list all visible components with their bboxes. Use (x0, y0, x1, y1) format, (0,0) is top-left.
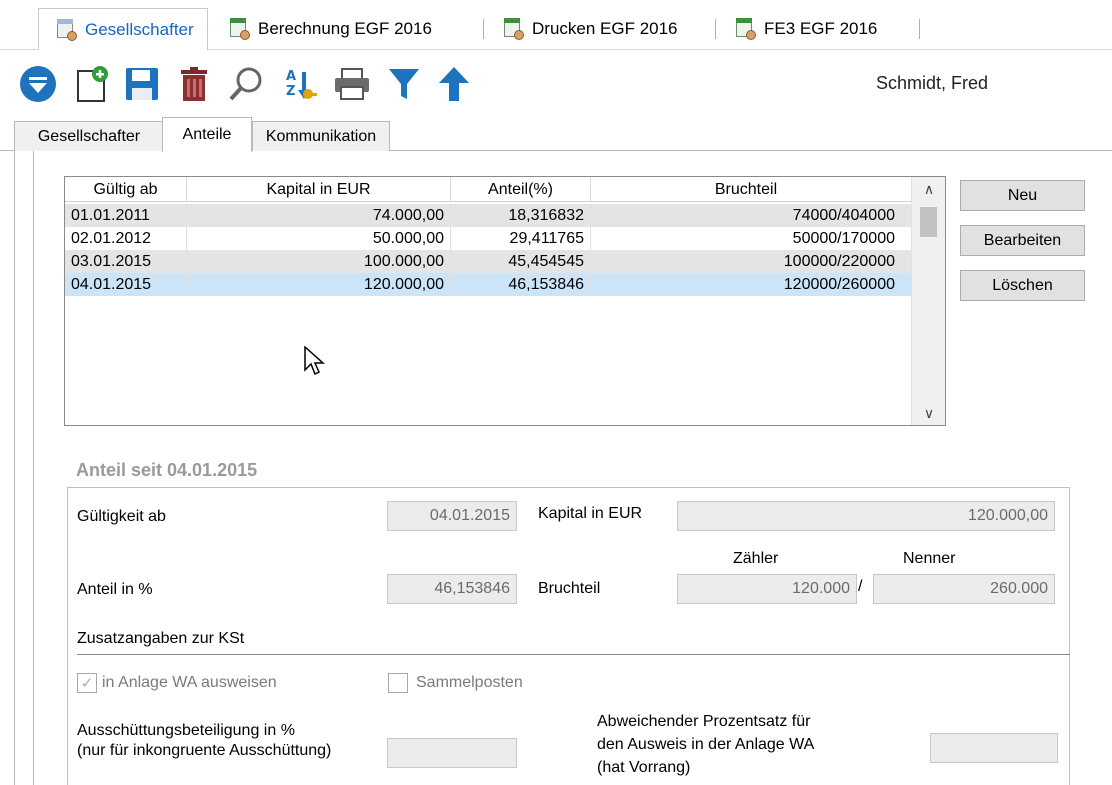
ausschuettung-field[interactable] (387, 738, 517, 768)
cell-kapital: 100.000,00 (187, 250, 451, 273)
column-header-anteil[interactable]: Anteil(%) (451, 177, 591, 202)
sort-az-icon[interactable]: AZ (280, 64, 320, 104)
divider (33, 151, 34, 785)
cell-anteil: 46,153846 (451, 273, 591, 296)
cell-anteil: 45,454545 (451, 250, 591, 273)
bruchteil-label: Bruchteil (538, 580, 601, 597)
abweichend-label-line2: den Ausweis in der Anlage WA (597, 736, 815, 753)
doc-tab-fe3[interactable]: FE3 EGF 2016 (718, 9, 920, 49)
delete-button[interactable]: Löschen (960, 270, 1085, 301)
anteile-table[interactable]: Gültig ab Kapital in EUR Anteil(%) Bruch… (64, 176, 946, 426)
nenner-label: Nenner (903, 550, 956, 567)
print-document-icon (502, 18, 524, 40)
tab-anteile[interactable]: Anteile (162, 117, 252, 152)
scroll-up-icon[interactable]: ∧ (912, 177, 945, 201)
cell-gueltig-ab: 03.01.2015 (65, 250, 187, 273)
zusatzangaben-label: Zusatzangaben zur KSt (77, 630, 245, 647)
abweichend-label-line1: Abweichender Prozentsatz für (597, 713, 811, 730)
sammelposten-checkbox[interactable] (388, 673, 408, 693)
table-row-selected[interactable]: 04.01.2015 120.000,00 46,153846 120000/2… (65, 273, 911, 296)
gesellschafter-icon (55, 18, 77, 41)
form-tab-bar: Gesellschafter Anteile Kommunikation (0, 117, 1112, 152)
doc-tab-label: Drucken EGF 2016 (532, 19, 678, 38)
cell-kapital: 50.000,00 (187, 227, 451, 250)
anteil-label: Anteil in % (77, 581, 153, 598)
tab-kommunikation[interactable]: Kommunikation (252, 121, 390, 151)
scroll-thumb[interactable] (920, 207, 937, 237)
column-header-gueltig-ab[interactable]: Gültig ab (65, 177, 187, 202)
tab-label: Kommunikation (265, 127, 377, 145)
delete-icon[interactable] (174, 64, 214, 104)
scroll-down-icon[interactable]: ∨ (912, 401, 945, 425)
cell-gueltig-ab: 01.01.2011 (65, 204, 187, 227)
dropdown-icon[interactable] (18, 64, 58, 104)
print-icon[interactable] (332, 64, 372, 104)
table-scrollbar[interactable]: ∧ ∨ (911, 177, 945, 425)
abweichend-field[interactable] (930, 733, 1058, 763)
gueltigkeit-field[interactable]: 04.01.2015 (387, 501, 517, 531)
doc-tab-berechnung[interactable]: Berechnung EGF 2016 (212, 9, 484, 49)
anteil-field[interactable]: 46,153846 (387, 574, 517, 604)
column-header-kapital[interactable]: Kapital in EUR (187, 177, 451, 202)
cell-kapital: 120.000,00 (187, 273, 451, 296)
edit-button[interactable]: Bearbeiten (960, 225, 1085, 256)
cell-bruchteil: 100000/220000 (783, 252, 895, 270)
document-tab-bar: Gesellschafter Berechnung EGF 2016 Druck… (0, 0, 1112, 50)
sammelposten-label: Sammelposten (416, 674, 523, 691)
table-row[interactable]: 02.01.2012 50.000,00 29,411765 50000/170… (65, 227, 911, 250)
mouse-cursor-icon (304, 345, 326, 381)
svg-text:A: A (286, 69, 296, 84)
doc-tab-gesellschafter[interactable]: Gesellschafter (38, 8, 208, 50)
fraction-slash: / (858, 578, 863, 595)
kapital-field[interactable]: 120.000,00 (677, 501, 1055, 531)
cell-bruchteil: 50000/170000 (792, 229, 895, 247)
separator-line (77, 654, 1070, 655)
doc-tab-label: FE3 EGF 2016 (764, 19, 878, 38)
abweichend-label-line3: (hat Vorrang) (597, 759, 691, 776)
kapital-label: Kapital in EUR (538, 505, 643, 522)
cell-gueltig-ab: 02.01.2012 (65, 227, 187, 250)
tab-gesellschafter[interactable]: Gesellschafter (14, 121, 164, 151)
zaehler-label: Zähler (733, 550, 779, 567)
search-icon[interactable] (226, 64, 266, 104)
up-arrow-icon[interactable] (434, 64, 474, 104)
table-row[interactable]: 03.01.2015 100.000,00 45,454545 100000/2… (65, 250, 911, 273)
svg-text:Z: Z (286, 84, 295, 99)
ausschuettung-label-line1: Ausschüttungsbeteiligung in % (77, 722, 295, 739)
current-user-name: Schmidt, Fred (875, 73, 988, 93)
new-icon[interactable] (72, 64, 112, 104)
anlage-wa-checkbox[interactable]: ✓ (77, 673, 97, 693)
calculation-document-icon (228, 18, 250, 40)
zaehler-field[interactable]: 120.000 (677, 574, 857, 604)
column-header-bruchteil[interactable]: Bruchteil (591, 177, 901, 202)
cell-bruchteil: 74000/404000 (792, 206, 895, 224)
gueltigkeit-label: Gültigkeit ab (77, 508, 166, 525)
filter-icon[interactable] (384, 64, 424, 104)
doc-tab-label: Berechnung EGF 2016 (258, 19, 432, 38)
cell-kapital: 74.000,00 (187, 204, 451, 227)
table-header: Gültig ab Kapital in EUR Anteil(%) Bruch… (65, 177, 911, 202)
new-button[interactable]: Neu (960, 180, 1085, 211)
group-title: Anteil seit 04.01.2015 (72, 460, 262, 481)
cell-bruchteil: 120000/260000 (783, 275, 895, 293)
nenner-field[interactable]: 260.000 (873, 574, 1055, 604)
save-icon[interactable] (122, 64, 162, 104)
anlage-wa-label: in Anlage WA ausweisen (102, 674, 277, 691)
table-row[interactable]: 01.01.2011 74.000,00 18,316832 74000/404… (65, 204, 911, 227)
ausschuettung-label-line2: (nur für inkongruente Ausschüttung) (77, 742, 332, 759)
tab-label: Anteile (182, 126, 232, 143)
form-document-icon (734, 18, 756, 40)
doc-tab-label: Gesellschafter (85, 19, 194, 39)
cell-anteil: 29,411765 (451, 227, 591, 250)
cell-gueltig-ab: 04.01.2015 (65, 273, 187, 296)
cell-anteil: 18,316832 (451, 204, 591, 227)
doc-tab-drucken[interactable]: Drucken EGF 2016 (486, 9, 716, 49)
tab-label: Gesellschafter (37, 127, 141, 145)
